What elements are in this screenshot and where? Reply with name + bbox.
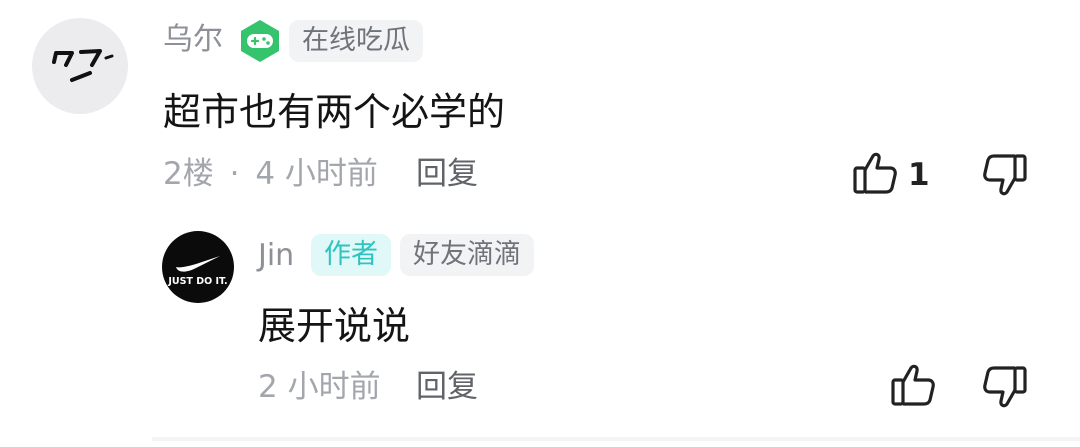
reply-avatar[interactable]: JUST DO IT. [162, 231, 234, 303]
comment-meta: 2楼 · 4 小时前 [163, 154, 378, 194]
user-tag: 在线吃瓜 [289, 20, 423, 62]
user-tag: 好友滴滴 [400, 234, 534, 276]
comment-username[interactable]: 乌尔 [163, 20, 223, 60]
author-tag: 作者 [311, 234, 391, 276]
like-button[interactable] [890, 362, 938, 408]
reply-button[interactable]: 回复 [416, 367, 478, 407]
reply-button[interactable]: 回复 [416, 154, 478, 194]
thumbs-up-icon [891, 364, 935, 406]
reply-text: 展开说说 [258, 304, 411, 348]
doodle-face-icon [52, 49, 114, 82]
game-badge-icon [237, 18, 283, 64]
avatar-slogan: JUST DO IT. [167, 276, 227, 287]
reply-time: 2 小时前 [258, 369, 381, 405]
divider [152, 437, 1080, 441]
floor-number: 2楼 [163, 156, 214, 192]
reply-username[interactable]: Jin [258, 236, 294, 276]
comment-time: 4 小时前 [255, 156, 378, 192]
comment-text: 超市也有两个必学的 [163, 90, 506, 134]
nike-logo-icon: JUST DO IT. [162, 231, 234, 303]
avatar[interactable] [32, 18, 128, 114]
thumbs-up-icon [853, 152, 897, 194]
dislike-button[interactable] [980, 152, 1028, 198]
thumbs-down-icon [983, 154, 1027, 196]
thumbs-down-icon [983, 366, 1027, 408]
like-count: 1 [908, 157, 930, 193]
meta-separator: · [229, 156, 240, 192]
like-button[interactable] [852, 150, 900, 196]
dislike-button[interactable] [980, 364, 1028, 410]
